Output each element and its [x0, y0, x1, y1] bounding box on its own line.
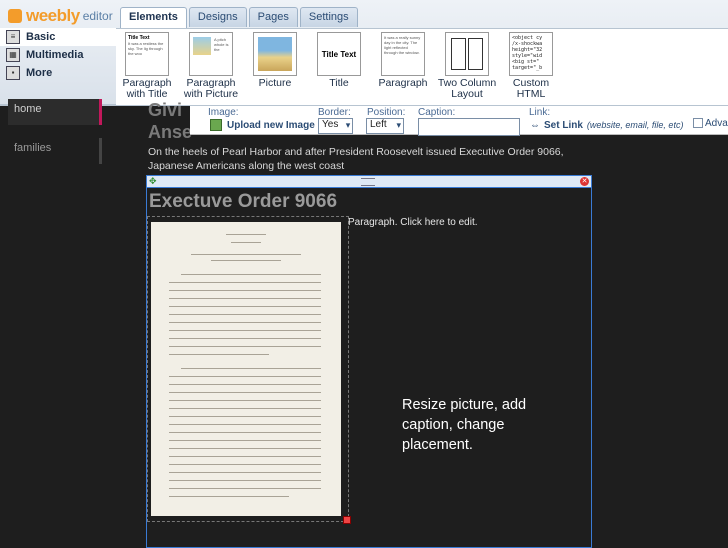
border-label: Border: — [318, 107, 351, 118]
editor-toolbar: weebly editor Elements Designs Pages Set… — [0, 0, 728, 106]
category-more[interactable]: ▪ More — [0, 64, 116, 82]
element-label: Paragraph — [378, 77, 428, 89]
logo-icon — [8, 9, 22, 23]
film-icon: ▦ — [6, 48, 20, 62]
advanced-checkbox — [693, 118, 703, 129]
nav-families[interactable]: families — [8, 138, 102, 164]
caption-input[interactable] — [418, 118, 520, 136]
page-heading-text: Givi Anse — [148, 100, 193, 142]
element-custom-html[interactable]: <object cy /x-shockwa height="32 style="… — [500, 32, 562, 104]
element-label: Paragraph with Title — [116, 78, 178, 100]
set-link-button[interactable]: ⇔ Set Link (website, email, file, etc) — [530, 118, 683, 132]
element-thumbnail: It was a really sunny day in the city. T… — [381, 32, 425, 76]
element-title[interactable]: Title Text Title — [308, 32, 370, 104]
tab-pages[interactable]: Pages — [248, 7, 298, 27]
instruction-callout: Resize picture, add caption, change plac… — [402, 397, 527, 453]
grid-icon: ▪ — [6, 66, 20, 80]
element-picture[interactable]: Picture — [244, 32, 306, 104]
border-select[interactable]: Yes — [318, 118, 354, 134]
element-label: Paragraph with Picture — [180, 78, 242, 100]
element-thumbnail — [445, 32, 489, 76]
element-thumbnail: A pitch whole is the — [189, 32, 233, 76]
element-paragraph-with-title[interactable]: Title Text It was a restless the sky. Th… — [116, 32, 178, 104]
set-link-label: Set Link — [544, 119, 583, 131]
element-label: Two Column Layout — [436, 78, 498, 100]
upload-image-button[interactable]: Upload new Image — [210, 118, 315, 132]
page-heading: Givi Anse — [148, 99, 192, 143]
caption-label: Caption: — [418, 107, 456, 118]
element-label: Picture — [258, 77, 292, 89]
drag-handle[interactable] — [361, 178, 375, 186]
close-icon[interactable]: ✕ — [580, 177, 589, 186]
image-properties-bar: Image: Upload new Image Border: Yes Posi… — [190, 106, 728, 136]
column-icon — [468, 38, 483, 70]
move-icon[interactable]: ✥ — [149, 177, 157, 186]
thumb-title: Title Text — [321, 49, 357, 59]
tab-settings[interactable]: Settings — [299, 7, 358, 27]
upload-icon — [210, 119, 222, 131]
column-icon — [451, 38, 466, 70]
document-icon: ≡ — [6, 30, 20, 44]
element-paragraph[interactable]: It was a really sunny day in the city. T… — [372, 32, 434, 104]
editing-element[interactable]: ✥ ✕ Exectuve Order 9066 Paragraph. Click… — [146, 175, 592, 548]
category-label: More — [26, 67, 53, 79]
image-label: Image: — [208, 107, 239, 118]
resize-handle[interactable] — [343, 516, 351, 524]
element-palette: Title Text It was a restless the sky. Th… — [116, 28, 728, 105]
logo-sub: editor — [82, 9, 113, 23]
element-categories: ≡ Basic ▦ Multimedia ▪ More — [0, 28, 116, 104]
thumb-body: It was a restless the sky. The lig throu… — [128, 41, 164, 56]
thumb-body: A pitch whole is the — [214, 37, 229, 52]
advanced-label: Adva — [705, 118, 728, 129]
upload-image-label: Upload new Image — [227, 119, 315, 131]
element-paragraph-with-picture[interactable]: A pitch whole is the Paragraph with Pict… — [180, 32, 242, 104]
paragraph-placeholder[interactable]: Paragraph. Click here to edit. — [348, 217, 478, 228]
category-label: Basic — [26, 31, 56, 43]
element-toolbar: ✥ ✕ — [147, 176, 591, 188]
link-icon: ⇔ — [530, 119, 540, 131]
landscape-icon — [193, 37, 211, 55]
position-select[interactable]: Left — [366, 118, 404, 134]
intro-paragraph[interactable]: On the heels of Pearl Harbor and after P… — [148, 145, 588, 173]
element-title[interactable]: Exectuve Order 9066 — [149, 191, 337, 213]
editor-tabs: Elements Designs Pages Settings — [120, 7, 358, 28]
element-label-line2: Layout — [451, 88, 483, 100]
document-image — [151, 222, 341, 516]
element-thumbnail: Title Text — [317, 32, 361, 76]
nav-home[interactable]: home — [8, 99, 102, 125]
element-two-column-layout[interactable]: Two Column Layout — [436, 32, 498, 104]
category-label: Multimedia — [26, 49, 84, 61]
tab-elements[interactable]: Elements — [120, 7, 187, 28]
category-multimedia[interactable]: ▦ Multimedia — [0, 46, 116, 64]
position-label: Position: — [367, 107, 406, 118]
element-label-line2: HTML — [516, 88, 546, 100]
link-label: Link: — [529, 107, 551, 118]
logo-brand: weebly — [26, 6, 80, 25]
set-link-hint: (website, email, file, etc) — [586, 120, 684, 130]
element-label: Custom HTML — [500, 78, 562, 100]
advanced-button[interactable]: Adva — [693, 118, 728, 132]
thumb-body: It was a really sunny day in the city. T… — [384, 35, 421, 55]
element-thumbnail: <object cy /x-shockwa height="32 style="… — [509, 32, 553, 76]
picture-frame[interactable] — [147, 216, 351, 524]
thumb-body: <object cy /x-shockwa height="32 style="… — [512, 35, 543, 71]
element-thumbnail — [253, 32, 297, 76]
element-thumbnail: Title Text It was a restless the sky. Th… — [125, 32, 169, 76]
element-label: Title — [329, 77, 349, 89]
tab-designs[interactable]: Designs — [188, 7, 247, 27]
category-basic[interactable]: ≡ Basic — [0, 28, 116, 46]
weebly-logo: weebly editor — [8, 6, 113, 26]
landscape-icon — [258, 37, 292, 71]
